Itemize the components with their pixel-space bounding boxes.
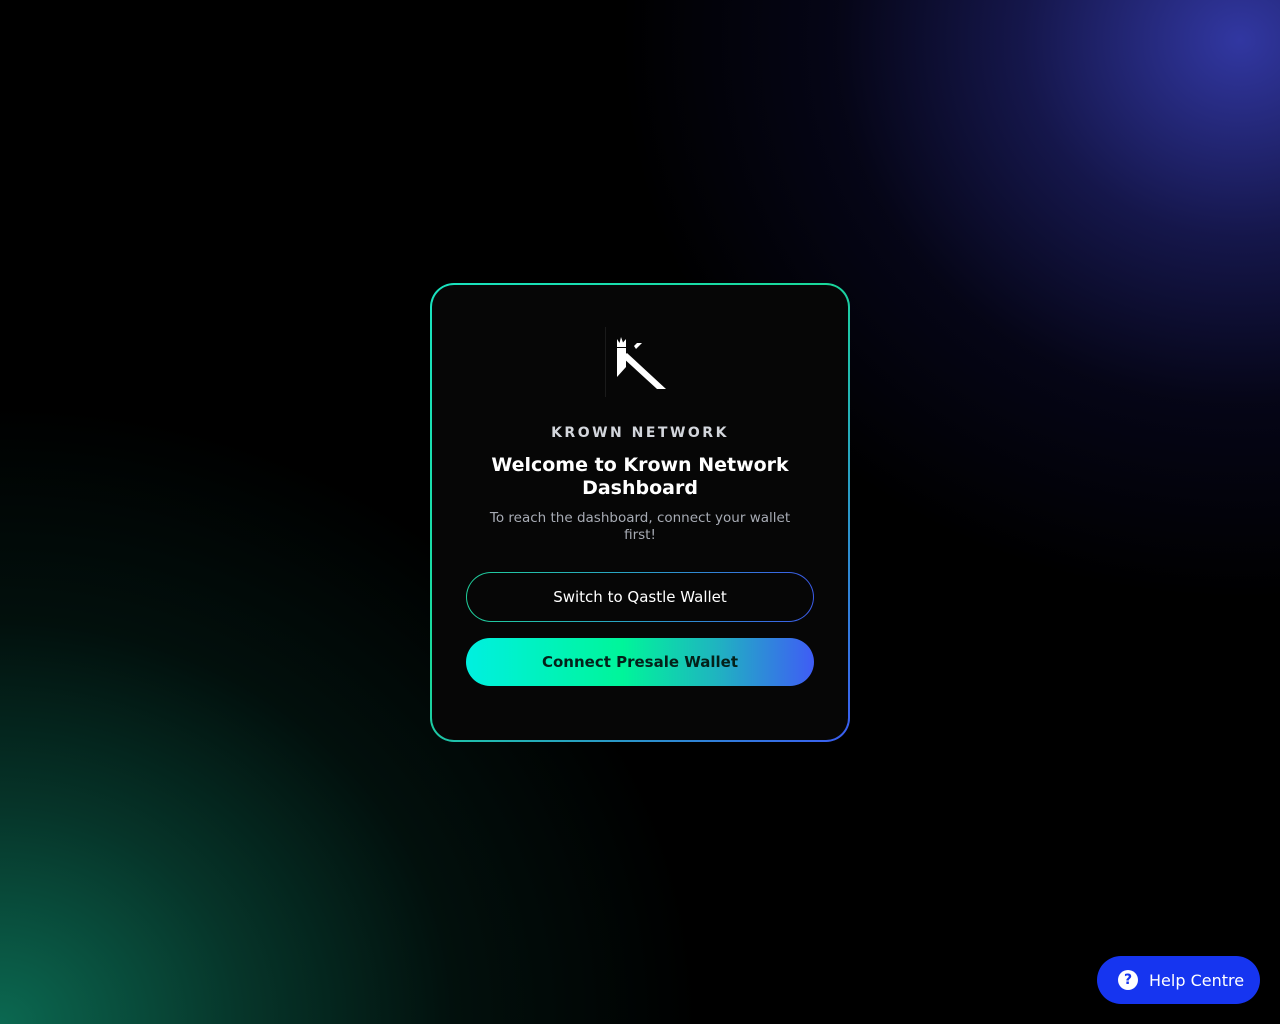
page-subtitle: To reach the dashboard, connect your wal… [489, 510, 791, 543]
question-circle-icon: ? [1118, 970, 1138, 990]
switch-wallet-button-label: Switch to Qastle Wallet [467, 573, 813, 621]
switch-wallet-button[interactable]: Switch to Qastle Wallet [466, 572, 814, 622]
help-centre-label: Help Centre [1149, 970, 1245, 990]
login-card-border: KROWN NETWORK Welcome to Krown Network D… [430, 283, 850, 742]
krown-k-logo-icon [605, 327, 666, 397]
page-title: Welcome to Krown Network Dashboard [491, 454, 789, 499]
help-centre-button[interactable]: ? Help Centre [1097, 956, 1260, 1004]
brand-name: KROWN NETWORK [551, 425, 729, 441]
login-card: KROWN NETWORK Welcome to Krown Network D… [432, 285, 848, 740]
connect-presale-wallet-button[interactable]: Connect Presale Wallet [466, 638, 814, 686]
